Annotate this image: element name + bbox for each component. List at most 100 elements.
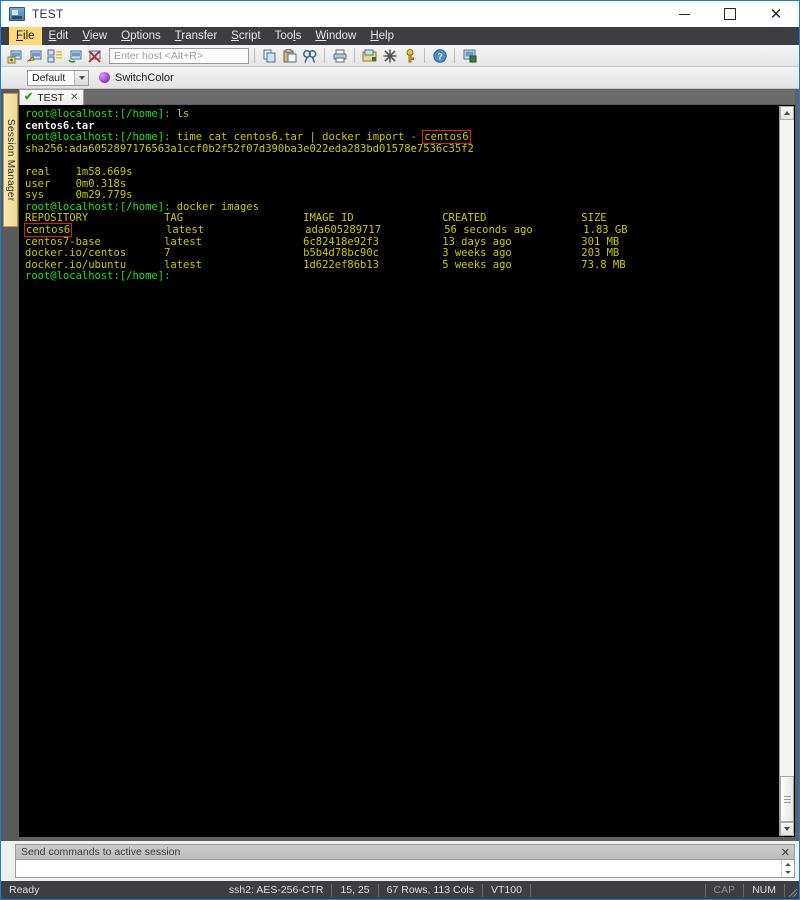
spinner-up-icon[interactable] (782, 860, 794, 869)
terminal-line-3-prompt: root@localhost:[/home]: (25, 131, 171, 144)
session-options-icon[interactable] (360, 46, 379, 65)
securecrt-window: TEST ✕ File Edit View Options Transfer S… (0, 0, 800, 900)
maximize-button[interactable] (707, 1, 753, 27)
docker-table-row-3: docker.io/ubuntu latest 1d622ef86b13 5 w… (25, 258, 626, 271)
status-ready: Ready (9, 884, 40, 896)
terminal-line-7-user: user 0m0.318s (25, 177, 127, 190)
disconnect-icon[interactable] (85, 46, 104, 65)
close-icon[interactable]: ✕ (70, 92, 78, 103)
terminal-line-9-prompt: root@localhost:[/home]: (25, 200, 171, 213)
status-num-indicator: NUM (752, 884, 777, 896)
menu-file-rest: ile (23, 30, 35, 42)
close-button[interactable]: ✕ (753, 1, 799, 27)
resize-grip-icon[interactable] (785, 881, 799, 899)
session-profile-value: Default (32, 71, 66, 84)
menu-transfer[interactable]: Transfer (168, 27, 224, 45)
session-profile-bar: Default SwitchColor (1, 67, 799, 89)
status-cap-indicator: CAP (713, 884, 736, 896)
terminal-line-4-sha: sha256:ada6052897176563a1ccf0b2f52f07d39… (25, 142, 474, 155)
global-options-icon[interactable] (380, 46, 399, 65)
window-title: TEST (32, 6, 64, 21)
connected-check-icon: ✔ (24, 91, 34, 103)
reconnect-icon[interactable] (65, 46, 84, 65)
docker-table-header: REPOSITORY TAG IMAGE ID CREATED SIZE (25, 212, 607, 225)
highlight-box-centos6-import: centos6 (422, 130, 471, 145)
menu-options[interactable]: Options (114, 27, 168, 45)
docker-table-row-1: centos7-base latest 6c82418e92f3 13 days… (25, 235, 620, 248)
toolbar-divider-3 (354, 48, 355, 63)
menu-window[interactable]: Window (308, 27, 363, 45)
menu-file[interactable]: File (9, 27, 42, 45)
tab-test[interactable]: ✔ TEST ✕ (19, 89, 85, 105)
tab-strip: ✔ TEST ✕ (19, 89, 795, 105)
menu-bar: File Edit View Options Transfer Script T… (1, 27, 799, 45)
menu-script[interactable]: Script (224, 27, 267, 45)
status-dimensions: 67 Rows, 113 Cols (386, 884, 475, 896)
key-icon[interactable] (400, 46, 419, 65)
copy-icon[interactable] (260, 46, 279, 65)
send-commands-panel: Send commands to active session ✕ (1, 841, 799, 880)
spinner-down-icon[interactable] (782, 869, 794, 878)
terminal-line-6-real: real 1m58.669s (25, 165, 133, 178)
scroll-down-button[interactable] (780, 822, 794, 836)
terminal-line-1-command: ls (170, 108, 190, 120)
terminal-line-1-prompt: root@localhost:[/home]: (25, 108, 171, 120)
menu-tools[interactable]: Tools (268, 27, 309, 45)
status-cursor-position: 15, 25 (340, 884, 370, 896)
switch-color-label: SwitchColor (115, 71, 174, 84)
color-dot-icon (99, 72, 110, 83)
switch-color-button[interactable]: SwitchColor (99, 72, 174, 84)
terminal-screen[interactable]: root@localhost:[/home]: ls centos6.tar r… (19, 105, 795, 837)
scroll-up-button[interactable] (780, 106, 794, 120)
toolbar-divider-4 (424, 48, 425, 63)
host-input[interactable]: Enter host <Alt+R> (109, 47, 249, 64)
menu-view[interactable]: View (75, 27, 114, 45)
send-commands-label: Send commands to active session (21, 846, 181, 858)
tab-strip-filler (84, 90, 795, 105)
terminal-line-8-sys: sys 0m29.779s (25, 189, 133, 202)
help-icon[interactable]: ? (430, 46, 449, 65)
find-icon[interactable] (300, 46, 319, 65)
main-toolbar: Enter host <Alt+R> ? (1, 45, 799, 67)
print-icon[interactable] (330, 46, 349, 65)
session-manager-label: Session Manager (5, 118, 16, 202)
chevron-down-icon[interactable] (74, 70, 88, 85)
menu-edit[interactable]: Edit (42, 27, 76, 45)
sidebar-item-session-manager[interactable]: Session Manager (3, 93, 18, 227)
docker-table-row-2: docker.io/centos 7 b5b4d78bc90c 3 weeks … (25, 247, 620, 260)
terminal-line-3-command: time cat centos6.tar | docker import - (170, 131, 424, 144)
send-commands-spinner[interactable] (781, 860, 794, 877)
menu-help[interactable]: Help (363, 27, 401, 45)
minimize-button[interactable] (661, 1, 707, 27)
session-profile-combo[interactable]: Default (27, 69, 89, 86)
status-emulation: VT100 (491, 884, 522, 896)
terminal-wrapper: ✔ TEST ✕ root@localhost:[/home]: ls cent… (19, 89, 799, 841)
title-bar: TEST ✕ (1, 1, 799, 27)
toolbar-divider-1 (254, 48, 255, 63)
terminal-app-icon (9, 6, 25, 21)
quick-connect-icon[interactable] (25, 46, 44, 65)
status-bar: Ready ssh2: AES-256-CTR 15, 25 67 Rows, … (1, 881, 799, 899)
status-protocol: ssh2: AES-256-CTR (228, 884, 324, 896)
close-icon[interactable]: ✕ (781, 846, 790, 859)
toolbar-divider-2 (324, 48, 325, 63)
status-divider-4 (529, 883, 531, 897)
terminal-output: root@localhost:[/home]: ls centos6.tar r… (20, 106, 779, 836)
tab-test-label: TEST (37, 91, 65, 104)
log-session-icon[interactable] (460, 46, 479, 65)
scrollbar-thumb[interactable] (780, 776, 794, 822)
terminal-cursor (170, 270, 176, 282)
paste-icon[interactable] (280, 46, 299, 65)
highlight-box-centos6-row: centos6 (23, 222, 73, 237)
terminal-scrollbar[interactable] (779, 106, 794, 836)
session-manager-icon[interactable] (45, 46, 64, 65)
body-area: Session Manager ✔ TEST ✕ root@localhost:… (1, 89, 799, 841)
docker-table-row-0-rest: latest ada605289717 56 seconds ago 1.83 … (71, 223, 628, 236)
scrollbar-track[interactable] (780, 120, 794, 822)
send-commands-input[interactable] (15, 860, 795, 878)
terminal-line-2: centos6.tar (25, 119, 95, 132)
window-controls: ✕ (661, 1, 799, 27)
new-session-icon[interactable] (5, 46, 24, 65)
terminal-line-9-command: docker images (170, 200, 259, 213)
send-commands-header: Send commands to active session ✕ (15, 844, 795, 860)
